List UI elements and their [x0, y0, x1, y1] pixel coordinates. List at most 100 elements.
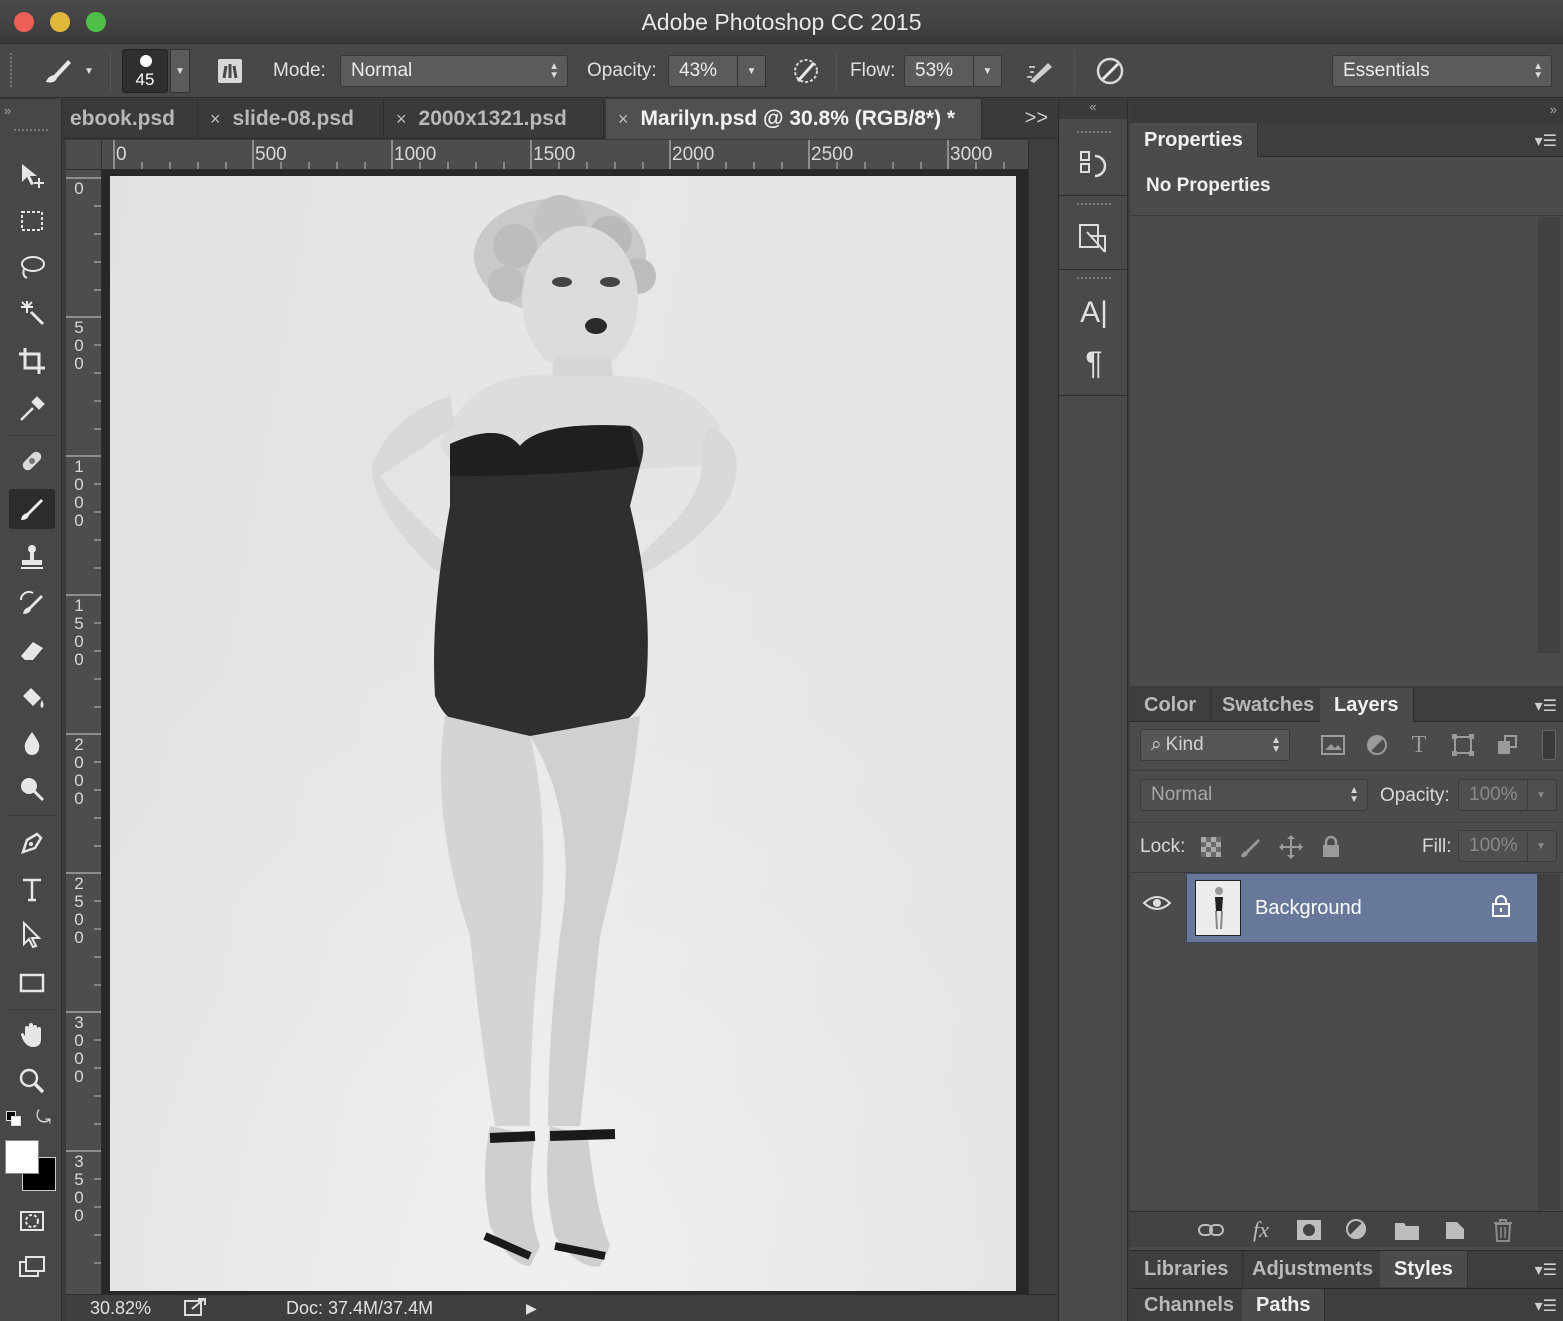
filter-adjustment-layers-button[interactable] — [1362, 730, 1392, 760]
layer-name[interactable]: Background — [1255, 897, 1362, 920]
workspace-select[interactable]: Essentials ▲ ▼ — [1332, 55, 1552, 87]
tab-channels[interactable]: Channels — [1130, 1289, 1250, 1321]
eyedropper-tool[interactable] — [9, 389, 55, 429]
paint-bucket-tool[interactable] — [9, 677, 55, 717]
blend-mode-select[interactable]: Normal ▲ ▼ — [1140, 779, 1368, 811]
fill-dropdown[interactable]: ▼ — [1527, 830, 1557, 862]
opacity-dropdown-button[interactable]: ▼ — [738, 55, 766, 87]
document-canvas[interactable] — [110, 176, 1016, 1291]
vertical-scrollbar[interactable] — [1028, 140, 1056, 1294]
type-tool[interactable] — [9, 869, 55, 909]
more-tabs-button[interactable]: >> — [1025, 107, 1048, 130]
foreground-color-swatch[interactable] — [5, 1140, 39, 1174]
lock-position-button[interactable] — [1276, 832, 1306, 862]
properties-scrollbar[interactable] — [1538, 217, 1560, 653]
screen-mode-button[interactable] — [9, 1247, 55, 1287]
brush-panel-toggle[interactable] — [210, 44, 250, 98]
flow-dropdown-button[interactable]: ▼ — [974, 55, 1002, 87]
flow-input[interactable]: 53% — [904, 55, 974, 87]
pressure-size-button[interactable] — [1090, 44, 1130, 98]
fill-input[interactable]: 100% — [1458, 830, 1528, 862]
move-tool[interactable] — [9, 155, 55, 195]
mode-select[interactable]: Normal ▲ ▼ — [340, 55, 568, 87]
clone-stamp-tool[interactable] — [9, 537, 55, 577]
collapse-panels-icon[interactable]: » — [1550, 102, 1557, 117]
filter-toggle-switch[interactable] — [1542, 730, 1556, 760]
trash-icon[interactable] — [1488, 1216, 1518, 1244]
type-filter-icon[interactable]: T — [1404, 730, 1434, 760]
horizontal-ruler[interactable]: 0 500 1000 1500 2000 2500 3000 — [102, 140, 1028, 170]
healing-brush-tool[interactable] — [9, 441, 55, 481]
tab-adjustments[interactable]: Adjustments — [1238, 1251, 1389, 1287]
close-tab-icon[interactable]: × — [210, 109, 221, 130]
close-tab-icon[interactable]: × — [618, 109, 629, 130]
link-layers-icon[interactable] — [1196, 1216, 1226, 1244]
panel-menu-icon[interactable]: ▾☰ — [1535, 1296, 1557, 1316]
tab-properties[interactable]: Properties — [1130, 123, 1258, 157]
filter-pixel-layers-button[interactable] — [1318, 730, 1348, 760]
panel-menu-icon[interactable]: ▾☰ — [1535, 131, 1557, 151]
pressure-opacity-button[interactable] — [786, 44, 826, 98]
zoom-level[interactable]: 30.82% — [90, 1298, 151, 1319]
close-tab-icon[interactable]: × — [396, 109, 407, 130]
blur-tool[interactable] — [9, 723, 55, 763]
status-menu-arrow-icon[interactable]: ▶ — [526, 1300, 537, 1317]
quick-mask-button[interactable] — [9, 1201, 55, 1241]
pen-tool[interactable] — [9, 823, 55, 863]
hand-tool[interactable] — [9, 1015, 55, 1055]
tab-color[interactable]: Color — [1130, 688, 1212, 722]
tool-preset-picker[interactable]: ▼ — [30, 44, 102, 98]
tab-marilyn[interactable]: × Marilyn.psd @ 30.8% (RGB/8*) * — [606, 99, 982, 139]
tab-slide-08[interactable]: × slide-08.psd — [198, 99, 384, 139]
layer-row-background[interactable]: Background — [1186, 873, 1538, 943]
opacity-input[interactable]: 43% — [668, 55, 738, 87]
clone-source-panel-button[interactable] — [1071, 217, 1117, 261]
layer-opacity-input[interactable]: 100% — [1458, 779, 1528, 811]
brush-tool[interactable] — [9, 489, 55, 529]
dodge-tool[interactable] — [9, 769, 55, 809]
layers-scrollbar[interactable] — [1538, 874, 1560, 1210]
expand-dock-icon[interactable]: « — [1059, 99, 1127, 119]
tab-layers[interactable]: Layers — [1320, 688, 1414, 722]
eraser-tool[interactable] — [9, 629, 55, 669]
tab-styles[interactable]: Styles — [1380, 1251, 1468, 1287]
swap-colors-icon[interactable]: ⤿ — [36, 1107, 51, 1128]
lock-all-button[interactable] — [1316, 832, 1346, 862]
panel-menu-icon[interactable]: ▾☰ — [1535, 1260, 1557, 1280]
zoom-tool[interactable] — [9, 1061, 55, 1101]
visibility-eye-icon[interactable] — [1142, 893, 1172, 918]
brush-size-picker[interactable]: 45 ▼ — [122, 44, 190, 98]
shape-tool[interactable] — [9, 963, 55, 1003]
tab-2000x1321[interactable]: × 2000x1321.psd — [384, 99, 604, 139]
panel-menu-icon[interactable]: ▾☰ — [1535, 696, 1557, 716]
tab-libraries[interactable]: Libraries — [1130, 1251, 1244, 1287]
character-panel-button[interactable]: A| — [1071, 291, 1117, 335]
folder-icon[interactable] — [1392, 1216, 1422, 1244]
new-adjustment-layer-icon[interactable] — [1342, 1216, 1372, 1244]
tab-ebook[interactable]: ebook.psd — [62, 99, 198, 139]
filter-smart-objects-button[interactable] — [1492, 730, 1522, 760]
magic-wand-tool[interactable] — [9, 293, 55, 333]
new-layer-icon[interactable] — [1440, 1216, 1470, 1244]
filter-shape-layers-button[interactable] — [1448, 730, 1478, 760]
crop-tool[interactable] — [9, 341, 55, 381]
lock-image-pixels-button[interactable] — [1236, 832, 1266, 862]
add-mask-icon[interactable] — [1294, 1216, 1324, 1244]
path-selection-tool[interactable] — [9, 915, 55, 955]
vertical-ruler[interactable]: 0 500 1000 1500 2000 2500 3000 3500 — [66, 170, 102, 1294]
history-brush-tool[interactable] — [9, 583, 55, 623]
tab-paths[interactable]: Paths — [1242, 1289, 1326, 1321]
paragraph-panel-button[interactable]: ¶ — [1071, 341, 1117, 385]
airbrush-button[interactable] — [1020, 44, 1060, 98]
marquee-tool[interactable] — [9, 201, 55, 241]
ruler-corner[interactable] — [66, 140, 102, 170]
layer-opacity-dropdown[interactable]: ▼ — [1527, 779, 1557, 811]
lock-transparent-pixels-button[interactable] — [1196, 832, 1226, 862]
tab-swatches[interactable]: Swatches — [1208, 688, 1330, 722]
default-colors-icon[interactable] — [6, 1111, 22, 1127]
layer-style-fx-icon[interactable]: fx — [1246, 1216, 1276, 1244]
layer-filter-select[interactable]: ⌕ Kind ▲ ▼ — [1140, 729, 1290, 761]
lasso-tool[interactable] — [9, 247, 55, 287]
collapse-toolbar-icon[interactable]: » — [4, 103, 11, 118]
share-icon[interactable] — [184, 1297, 208, 1321]
